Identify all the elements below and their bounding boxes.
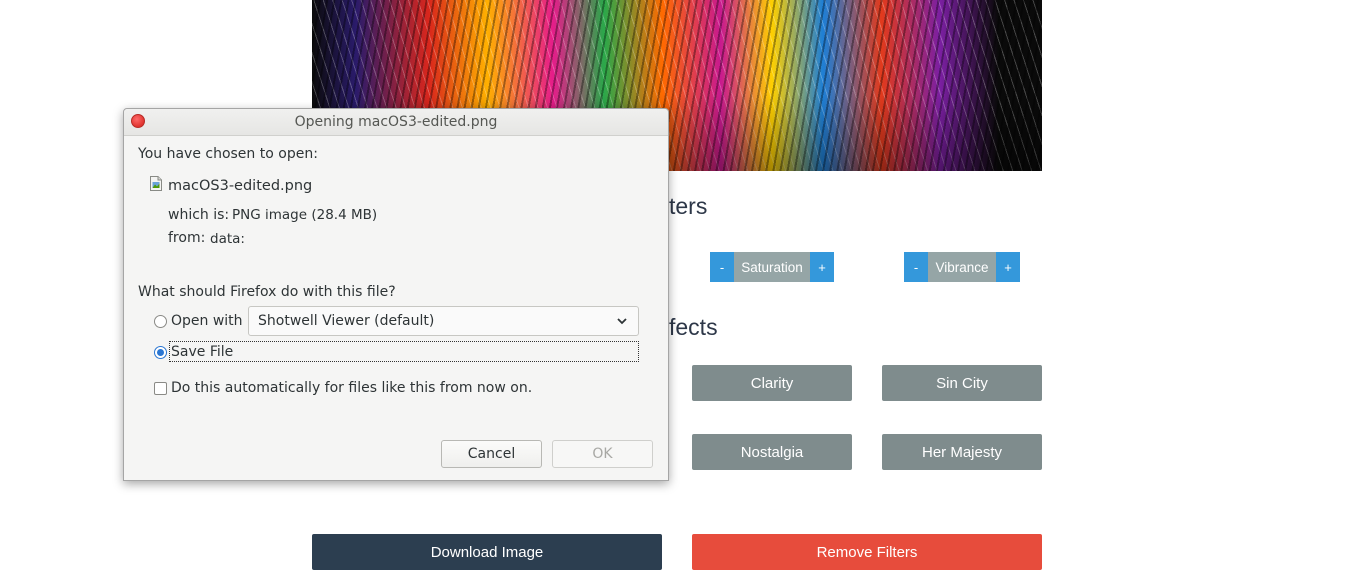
vibrance-label: Vibrance: [928, 252, 996, 282]
which-is-label: which is:: [168, 207, 230, 223]
from-value: data:: [210, 231, 245, 247]
download-dialog: Opening macOS3-edited.png You have chose…: [123, 108, 669, 481]
dialog-titlebar[interactable]: Opening macOS3-edited.png: [124, 109, 668, 136]
open-with-radio[interactable]: [154, 315, 167, 328]
cancel-button[interactable]: Cancel: [441, 440, 542, 468]
dialog-title: Opening macOS3-edited.png: [294, 114, 498, 130]
chevron-down-icon: [617, 318, 627, 325]
effects-heading: fects: [669, 314, 718, 340]
remove-filters-button[interactable]: Remove Filters: [692, 534, 1042, 570]
application-select[interactable]: Shotwell Viewer (default): [248, 306, 639, 336]
auto-action-label[interactable]: Do this automatically for files like thi…: [171, 380, 532, 396]
vibrance-decrease-button[interactable]: -: [904, 252, 928, 282]
saturation-decrease-button[interactable]: -: [710, 252, 734, 282]
save-file-radio[interactable]: [154, 346, 167, 359]
intro-text: You have chosen to open:: [138, 146, 318, 162]
image-file-icon: [150, 176, 162, 191]
effect-sin-city-button[interactable]: Sin City: [882, 365, 1042, 401]
file-name: macOS3-edited.png: [168, 178, 313, 194]
saturation-control: - Saturation +: [710, 252, 834, 282]
ok-button[interactable]: OK: [552, 440, 653, 468]
filters-heading: ters: [669, 193, 708, 219]
saturation-label: Saturation: [734, 252, 810, 282]
auto-action-checkbox[interactable]: [154, 382, 167, 395]
effect-her-majesty-button[interactable]: Her Majesty: [882, 434, 1042, 470]
file-type-value: PNG image (28.4 MB): [232, 207, 378, 223]
save-file-label[interactable]: Save File: [171, 344, 233, 360]
action-question: What should Firefox do with this file?: [138, 284, 396, 300]
effect-clarity-button[interactable]: Clarity: [692, 365, 852, 401]
from-label: from:: [168, 230, 206, 246]
save-file-focus-ring: [169, 341, 639, 362]
vibrance-increase-button[interactable]: +: [996, 252, 1020, 282]
open-with-label[interactable]: Open with: [171, 313, 243, 329]
vibrance-control: - Vibrance +: [904, 252, 1020, 282]
effect-nostalgia-button[interactable]: Nostalgia: [692, 434, 852, 470]
download-image-button[interactable]: Download Image: [312, 534, 662, 570]
saturation-increase-button[interactable]: +: [810, 252, 834, 282]
application-select-value: Shotwell Viewer (default): [258, 313, 435, 329]
